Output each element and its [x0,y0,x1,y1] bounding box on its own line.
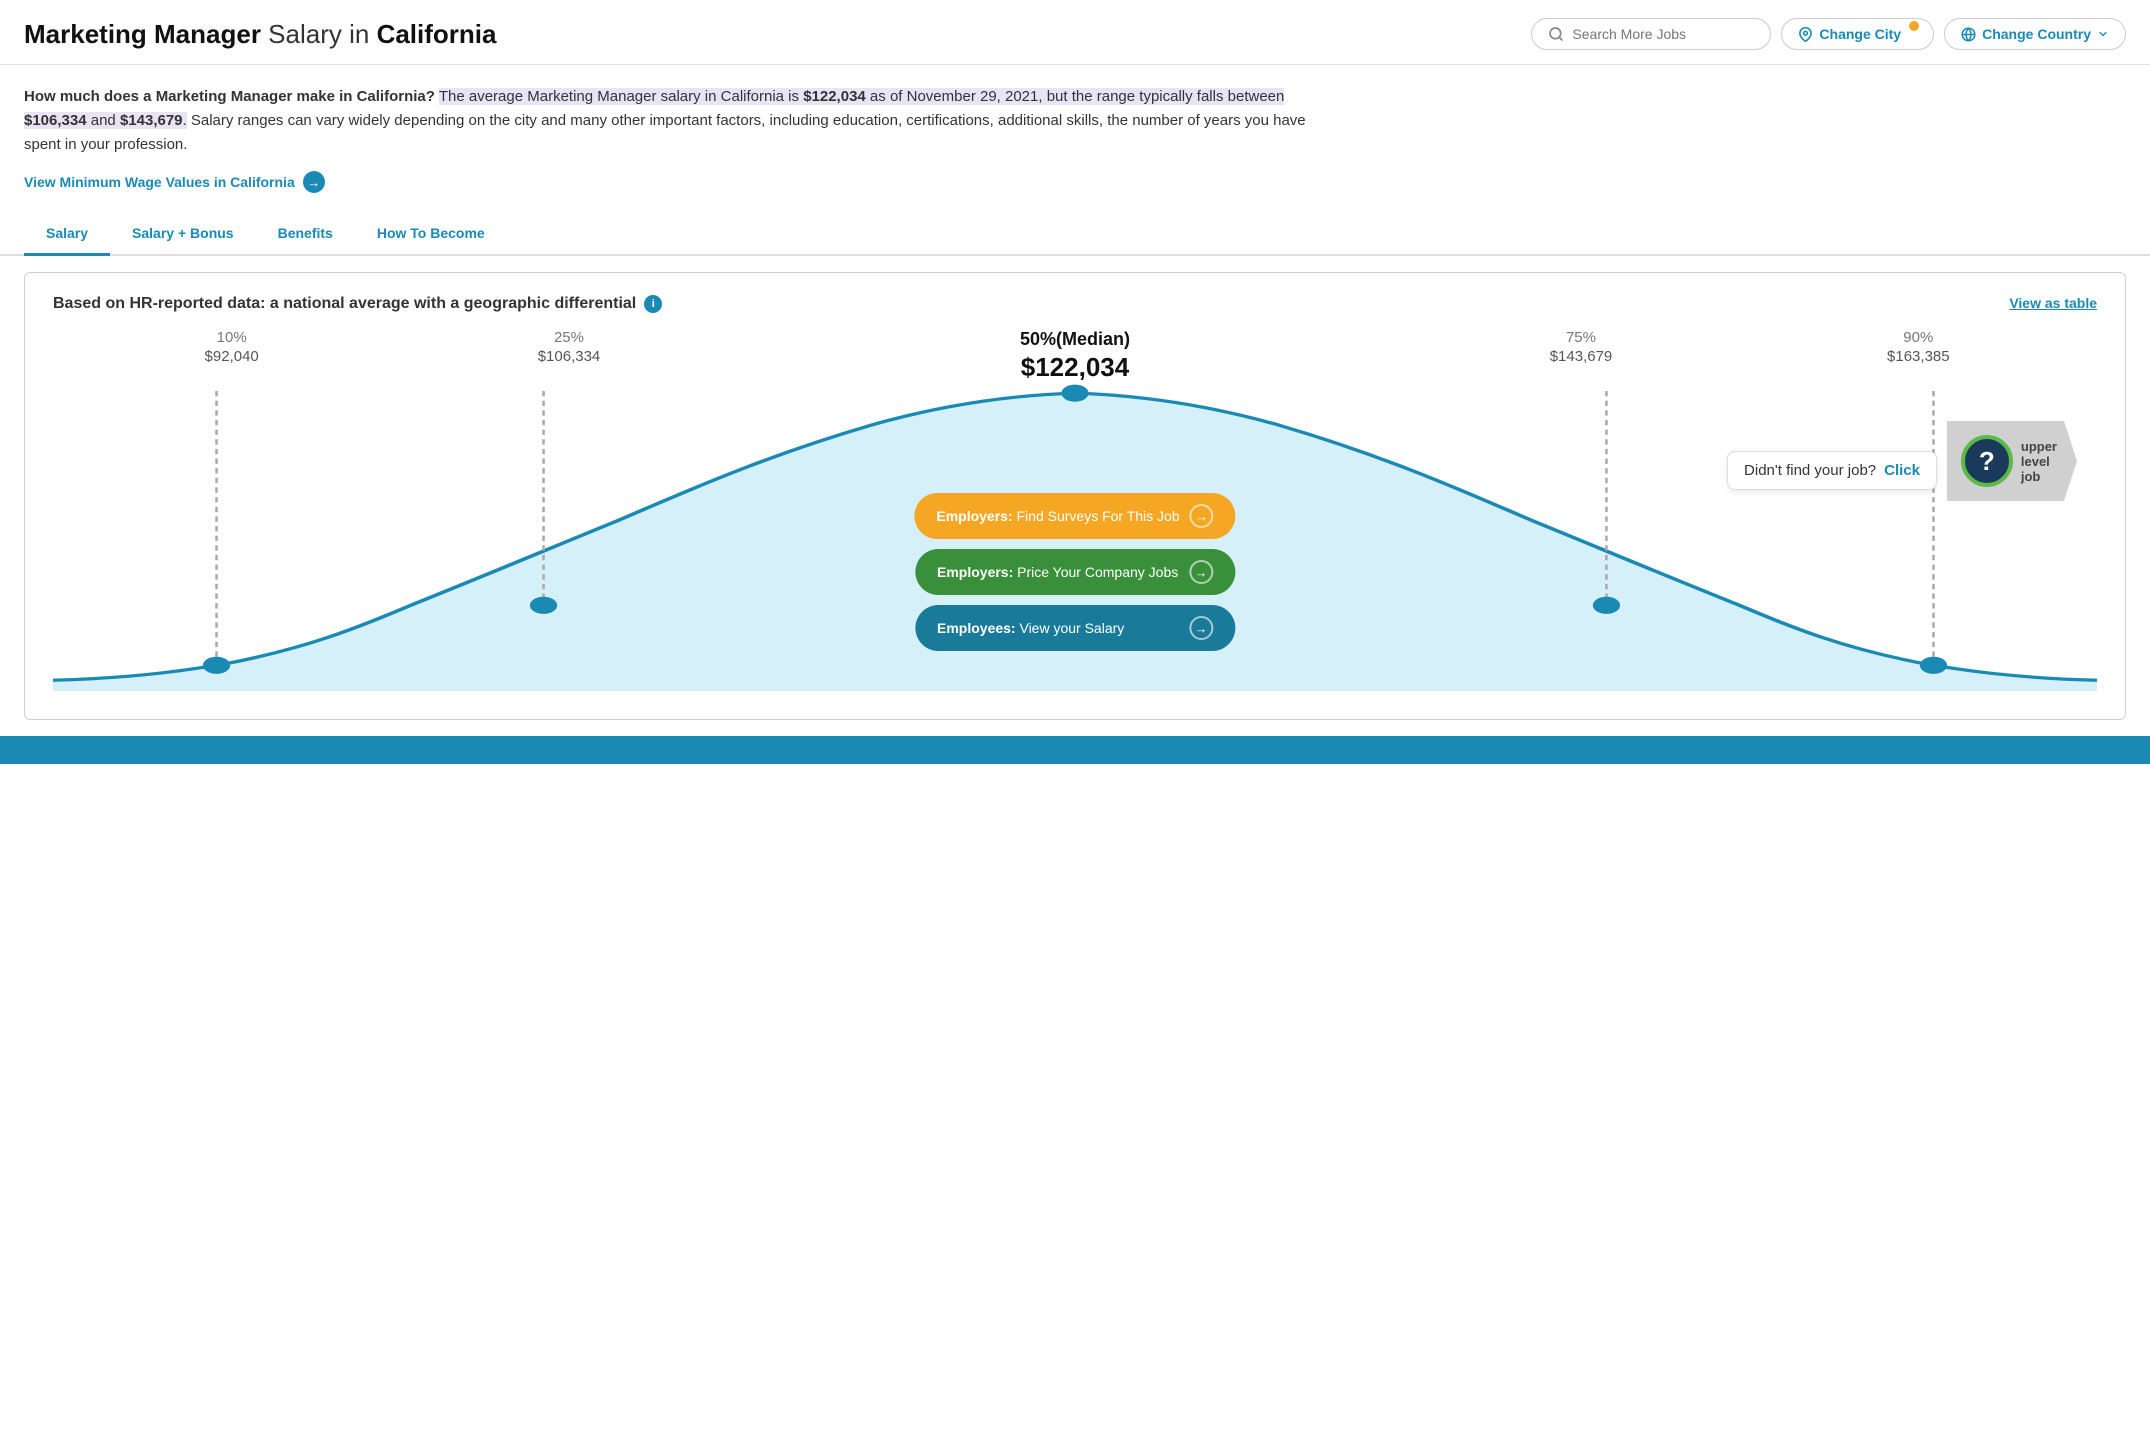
pct-50-label: 50%(Median) [738,329,1413,350]
page-title: Marketing Manager Salary in California [24,19,496,50]
chart-title: Based on HR-reported data: a national av… [53,295,2097,313]
min-wage-link[interactable]: View Minimum Wage Values in California → [24,171,1316,193]
dot-90 [1920,657,1947,674]
high-salary: $143,679 [120,112,183,129]
search-input[interactable] [1572,26,1754,42]
info-icon[interactable]: i [644,295,662,313]
tab-salary[interactable]: Salary [24,213,110,256]
pct-10-label: 10% [63,329,400,346]
chart-area: Didn't find your job? Click ? upper leve… [53,391,2097,691]
tabs-container: Salary Salary + Bonus Benefits How To Be… [0,213,2150,256]
cta-salary-arrow-icon: → [1189,616,1213,640]
change-city-button[interactable]: Change City [1781,18,1934,50]
pct-75-label: 75% [1412,329,1749,346]
low-salary: $106,334 [24,112,87,129]
didnt-find-text: Didn't find your job? [1744,462,1876,479]
change-city-label: Change City [1819,26,1901,42]
location-icon [1798,27,1813,42]
percentile-75: 75% $143,679 [1412,329,1749,383]
min-wage-link-text: View Minimum Wage Values in California [24,174,295,190]
percentile-25: 25% $106,334 [400,329,737,383]
percentile-90: 90% $163,385 [1750,329,2087,383]
dot-25 [530,597,557,614]
percentile-10: 10% $92,040 [63,329,400,383]
tab-how-to-become[interactable]: How To Become [355,213,507,256]
cta-surveys-label: Employers: Find Surveys For This Job [936,508,1179,524]
pct-50-value: $122,034 [738,352,1413,383]
tab-salary-bonus[interactable]: Salary + Bonus [110,213,256,256]
change-country-button[interactable]: Change Country [1944,18,2126,50]
cta-employees-salary-button[interactable]: Employees: View your Salary → [915,605,1235,651]
cta-price-arrow-icon: → [1189,560,1213,584]
avg-salary: $122,034 [803,88,866,105]
dot-75 [1593,597,1620,614]
cta-employers-price-button[interactable]: Employers: Price Your Company Jobs → [915,549,1235,595]
didnt-find-tooltip: Didn't find your job? Click [1727,451,1937,490]
percentile-50: 50%(Median) $122,034 [738,329,1413,383]
cta-price-label: Employers: Price Your Company Jobs [937,564,1178,580]
upper-level-badge[interactable]: ? upper level job [1947,421,2077,501]
upper-level-text: upper level job [2021,439,2057,484]
description-section: How much does a Marketing Manager make i… [0,65,1340,203]
view-as-table-link[interactable]: View as table [2009,295,2097,311]
description-paragraph: How much does a Marketing Manager make i… [24,85,1316,157]
didnt-find-click-link[interactable]: Click [1884,462,1920,479]
pct-90-label: 90% [1750,329,2087,346]
cta-employers-surveys-button[interactable]: Employers: Find Surveys For This Job → [914,493,1235,539]
question-mark-icon: ? [1961,435,2013,487]
min-wage-arrow-icon: → [303,171,325,193]
pct-90-value: $163,385 [1750,348,2087,365]
chart-section: Based on HR-reported data: a national av… [24,272,2126,720]
cta-buttons-container: Employers: Find Surveys For This Job → E… [914,493,1235,651]
bottom-bar [0,736,2150,764]
city-dot [1909,21,1919,31]
pct-25-label: 25% [400,329,737,346]
cta-surveys-arrow-icon: → [1190,504,1214,528]
change-country-label: Change Country [1982,26,2091,42]
chart-title-text: Based on HR-reported data: a national av… [53,295,636,313]
header-controls: Change City Change Country [1531,18,2126,50]
cta-salary-label: Employees: View your Salary [937,620,1124,636]
search-icon [1548,26,1564,42]
dot-50 [1061,385,1088,402]
globe-icon [1961,27,1976,42]
chevron-down-icon [2097,28,2109,40]
search-box[interactable] [1531,18,1771,50]
dot-10 [203,657,230,674]
pct-25-value: $106,334 [400,348,737,365]
percentile-row: 10% $92,040 25% $106,334 50%(Median) $12… [53,329,2097,383]
pct-10-value: $92,040 [63,348,400,365]
description-question: How much does a Marketing Manager make i… [24,88,435,105]
tab-benefits[interactable]: Benefits [256,213,355,256]
page-header: Marketing Manager Salary in California C… [0,0,2150,65]
description-rest: Salary ranges can vary widely depending … [24,112,1306,153]
pct-75-value: $143,679 [1412,348,1749,365]
